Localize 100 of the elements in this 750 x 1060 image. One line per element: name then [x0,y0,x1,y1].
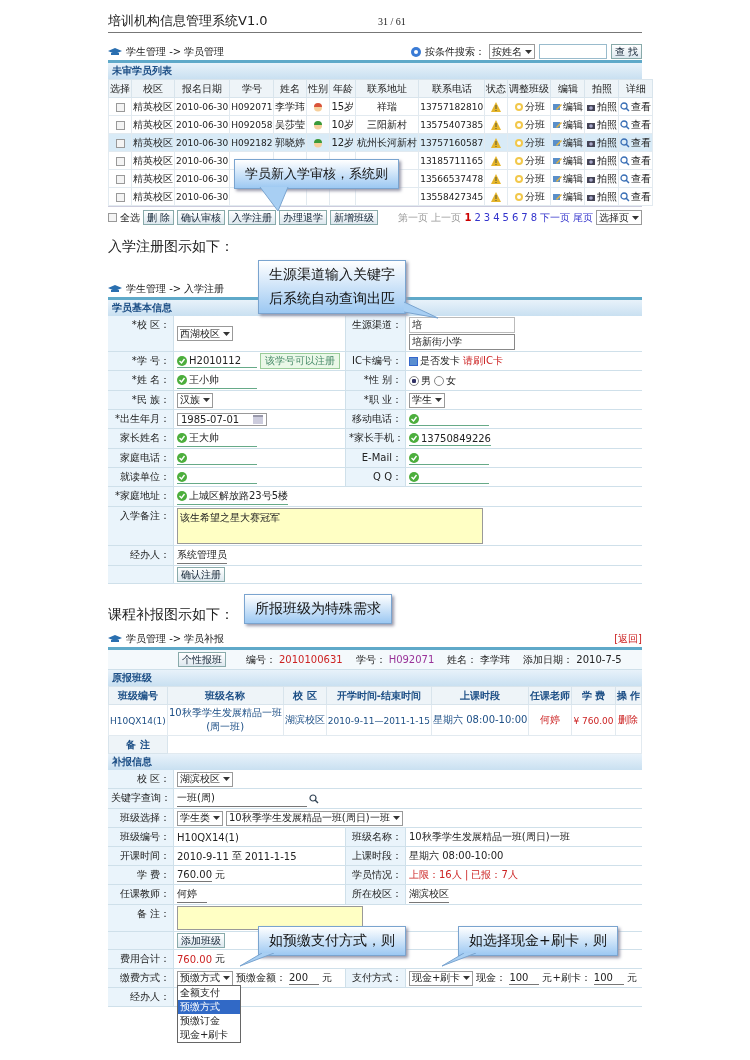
dropdown[interactable]: 西湖校区 [177,326,233,341]
date-field[interactable]: 1985-07-01 [177,412,268,426]
dropdown[interactable]: 现金+刷卡 [409,970,474,986]
action-button[interactable]: 入学注册 [228,210,277,225]
input-field[interactable]: 13750849226 [409,431,491,446]
text-area[interactable] [177,906,363,930]
breadcrumb: 学生管理 -> 学员管理 [126,44,225,59]
checkbox[interactable] [108,213,117,222]
dropdown-option[interactable]: 全额支付 [178,985,240,1000]
caret-icon [223,976,230,980]
page-link[interactable]: 1 [464,212,472,223]
dropdown[interactable]: 学生 [409,392,445,408]
class-button[interactable]: 个性报班 [178,652,226,667]
dropdown-option[interactable]: 现金+刷卡 [178,1027,240,1042]
search-field[interactable]: 一班(周) [177,790,307,807]
text-area[interactable]: 该生希望之星大赛冠军 [177,508,483,544]
info-value: 李学玮 [480,652,511,667]
action-button[interactable]: 新增班级 [330,210,379,225]
search-field[interactable] [538,44,607,59]
radio-button[interactable] [434,375,444,386]
submit-button[interactable]: 确认注册 [177,567,225,582]
dropdown[interactable]: 10秋季学生发展精品一班(周日)一班 [226,810,403,826]
input-field[interactable] [409,470,489,484]
field-label: 费用合计： [108,950,174,968]
action-button[interactable]: 确认审核 [177,210,226,225]
caret-icon [203,398,210,402]
field-label: 支付方式： [346,969,406,987]
input-field[interactable]: 100 [593,971,624,985]
input-field[interactable]: 王小帅 [177,372,257,389]
table-row[interactable]: 精英校区 2010-06-30 H092182 郭晓婷 12岁 杭州长河新村 13757160587 分班 编辑 拍照 查看 [108,133,653,152]
breadcrumb: 学生管理 -> 入学注册 [126,281,225,296]
field-label: 学 费： [108,866,174,884]
table-row[interactable]: 精英校区 2010-06-30 H092071 李学玮 15岁 祥瑞 13757182810 分班 编辑 拍照 查看 [108,97,653,116]
edit-icon [552,191,563,202]
field-label: 上课时段： [346,847,406,865]
input-field[interactable]: 培 [409,317,515,333]
action-button[interactable]: 删 除 [143,210,175,225]
input-field[interactable]: 上城区解放路23号5楼 [177,488,289,505]
page-link[interactable]: 8 [530,212,537,223]
info-label: 学号： [355,652,386,667]
page-link[interactable]: 6 [511,212,519,223]
table-cell: 李学玮 [275,100,306,112]
field-label: 班级编号： [108,828,174,846]
input-field[interactable]: 200 [289,971,319,985]
coin-icon [513,119,524,130]
caret-icon [435,398,442,402]
checkbox[interactable] [115,174,125,184]
field-label: *学 号： [108,352,174,370]
checkbox[interactable] [115,192,125,202]
dropdown[interactable]: 汉族 [177,392,213,408]
dropdown-option[interactable]: 预缴方式 [178,999,240,1014]
input-field[interactable]: 系统管理员 [177,547,227,564]
edit-icon [552,173,563,184]
checkbox[interactable] [115,138,125,148]
input-field[interactable]: 760.00 [177,868,212,882]
page-link[interactable]: 7 [521,212,528,223]
submit-button[interactable]: 添加班级 [177,933,225,948]
checkbox[interactable] [115,156,125,166]
radio-button[interactable] [409,375,419,386]
suggestion-item[interactable]: 培新街小学 [409,334,515,350]
dropdown[interactable]: 湖滨校区 [177,771,233,787]
page-link[interactable]: 3 [483,212,491,223]
dropdown-option[interactable]: 预缴订金 [178,1013,240,1028]
input-field[interactable] [409,451,489,465]
table-cell: 精英校区 [133,118,173,130]
column-header: 联系电话 [418,79,485,98]
page-link[interactable]: 下一页 [540,210,570,225]
table-row[interactable]: 精英校区 2010-06-30 H092058 吴莎莹 10岁 三阳新村 13575407385 分班 编辑 拍照 查看 [108,115,653,134]
input-field[interactable]: H2010112 [177,354,257,368]
dropdown[interactable]: 学生类 [177,810,223,826]
page-link[interactable]: 尾页 [573,210,593,225]
input-field[interactable] [409,412,489,426]
input-field[interactable]: 何婷 [177,886,207,903]
column-header: 联系地址 [355,79,419,98]
input-field[interactable]: 王大帅 [177,430,257,447]
page-link[interactable]: 2 [474,212,481,223]
value-text: 元 [322,971,332,985]
input-field[interactable] [177,470,257,484]
dropdown[interactable]: 预缴方式 [177,970,233,986]
input-field[interactable]: 100 [509,971,540,985]
input-field[interactable]: 湖滨校区 [409,886,449,903]
page-link[interactable]: 5 [502,212,509,223]
column-header: 学号 [229,79,274,98]
field-label: 备 注： [108,905,174,931]
table-cell: 精英校区 [133,190,173,202]
back-link[interactable]: [返回] [614,631,642,646]
action-button[interactable]: 办理退学 [279,210,328,225]
checkbox[interactable] [115,102,125,112]
dropdown[interactable]: 按姓名 [488,44,535,59]
column-header: 任课老师 [528,686,572,705]
table-row[interactable]: 精英校区 2010-06-30 13558427345 分班 编辑 拍照 查看 [108,187,653,206]
checkbox[interactable] [115,120,125,130]
field-label: 所在校区： [346,885,406,904]
table-cell: 郭晓婷 [275,136,306,148]
warning-icon [491,192,502,202]
page-select[interactable]: 选择页 [596,210,642,225]
checkbox[interactable] [409,356,418,366]
find-button[interactable]: 查 找 [610,44,642,59]
input-field[interactable] [177,451,257,465]
page-link[interactable]: 4 [493,212,500,223]
